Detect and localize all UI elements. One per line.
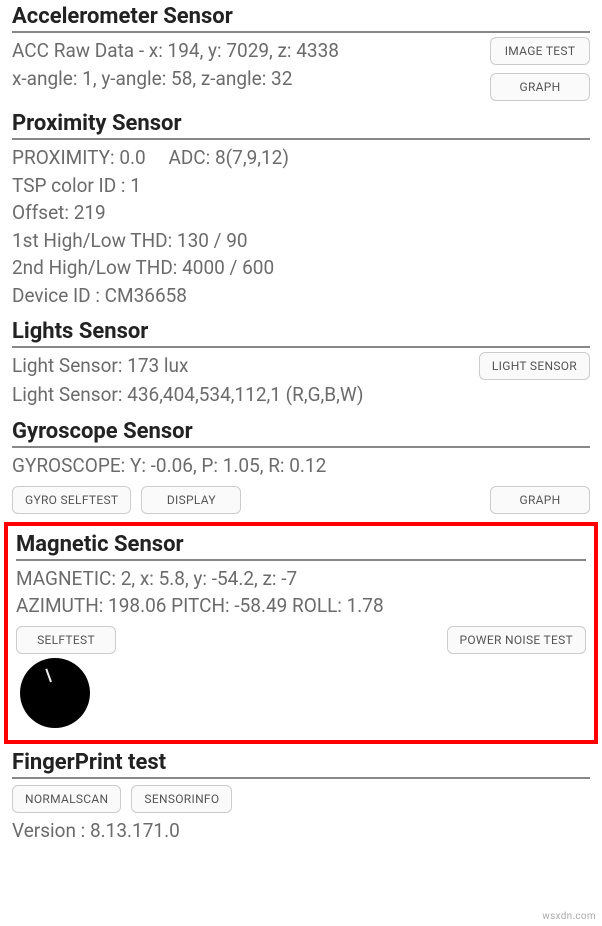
proximity-color-id: TSP color ID : 1 xyxy=(12,172,590,200)
magnetic-selftest-button[interactable]: SELFTEST xyxy=(16,626,116,654)
gyro-selftest-button[interactable]: GYRO SELFTEST xyxy=(12,486,131,514)
proximity-section: Proximity Sensor PROXIMITY: 0.0 ADC: 8(7… xyxy=(0,107,602,315)
proximity-body: PROXIMITY: 0.0 ADC: 8(7,9,12) TSP color … xyxy=(12,144,590,309)
accel-angles: x-angle: 1, y-angle: 58, z-angle: 32 xyxy=(12,65,482,93)
fingerprint-version: Version : 8.13.171.0 xyxy=(12,817,590,845)
magnetic-values: MAGNETIC: 2, x: 5.8, y: -54.2, z: -7 xyxy=(16,565,586,593)
gyroscope-section: Gyroscope Sensor GYROSCOPE: Y: -0.06, P:… xyxy=(0,415,602,520)
light-lux: Light Sensor: 173 lux xyxy=(12,352,471,381)
accelerometer-section: Accelerometer Sensor ACC Raw Data - x: 1… xyxy=(0,0,602,107)
gyroscope-title: Gyroscope Sensor xyxy=(12,419,590,448)
magnetic-highlight-box: Magnetic Sensor MAGNETIC: 2, x: 5.8, y: … xyxy=(4,522,598,744)
compass-icon xyxy=(20,658,90,728)
accelerometer-body: ACC Raw Data - x: 194, y: 7029, z: 4338 … xyxy=(12,37,482,92)
proximity-value: PROXIMITY: 0.0 xyxy=(12,144,146,172)
proximity-device-id: Device ID : CM36658 xyxy=(12,282,590,310)
power-noise-test-button[interactable]: POWER NOISE TEST xyxy=(447,626,587,654)
proximity-title: Proximity Sensor xyxy=(12,111,590,140)
gyro-display-button[interactable]: DISPLAY xyxy=(141,486,241,514)
proximity-offset: Offset: 219 xyxy=(12,199,590,227)
lights-title: Lights Sensor xyxy=(12,319,590,348)
light-sensor-button[interactable]: LIGHT SENSOR xyxy=(479,352,590,380)
lights-section: Lights Sensor Light Sensor: 173 lux Ligh… xyxy=(0,315,602,415)
accel-raw-data: ACC Raw Data - x: 194, y: 7029, z: 4338 xyxy=(12,37,482,65)
lights-body: Light Sensor: 173 lux Light Sensor: 436,… xyxy=(12,352,471,409)
gyroscope-values: GYROSCOPE: Y: -0.06, P: 1.05, R: 0.12 xyxy=(12,452,590,480)
fingerprint-title: FingerPrint test xyxy=(12,750,590,779)
proximity-adc: ADC: 8(7,9,12) xyxy=(168,144,289,172)
image-test-button[interactable]: IMAGE TEST xyxy=(490,37,590,65)
proximity-thd2: 2nd High/Low THD: 4000 / 600 xyxy=(12,254,590,282)
normalscan-button[interactable]: NORMALSCAN xyxy=(12,785,121,813)
magnetic-title: Magnetic Sensor xyxy=(16,532,586,561)
proximity-thd1: 1st High/Low THD: 130 / 90 xyxy=(12,227,590,255)
accel-graph-button[interactable]: GRAPH xyxy=(490,73,590,101)
accelerometer-title: Accelerometer Sensor xyxy=(12,4,590,33)
watermark-text: wsxdn.com xyxy=(542,911,596,922)
gyro-graph-button[interactable]: GRAPH xyxy=(490,486,590,514)
magnetic-orientation: AZIMUTH: 198.06 PITCH: -58.49 ROLL: 1.78 xyxy=(16,592,586,620)
light-rgbw: Light Sensor: 436,404,534,112,1 (R,G,B,W… xyxy=(12,381,471,410)
fingerprint-section: FingerPrint test NORMALSCAN SENSORINFO V… xyxy=(0,746,602,851)
sensorinfo-button[interactable]: SENSORINFO xyxy=(131,785,232,813)
magnetic-section: Magnetic Sensor MAGNETIC: 2, x: 5.8, y: … xyxy=(16,528,586,734)
